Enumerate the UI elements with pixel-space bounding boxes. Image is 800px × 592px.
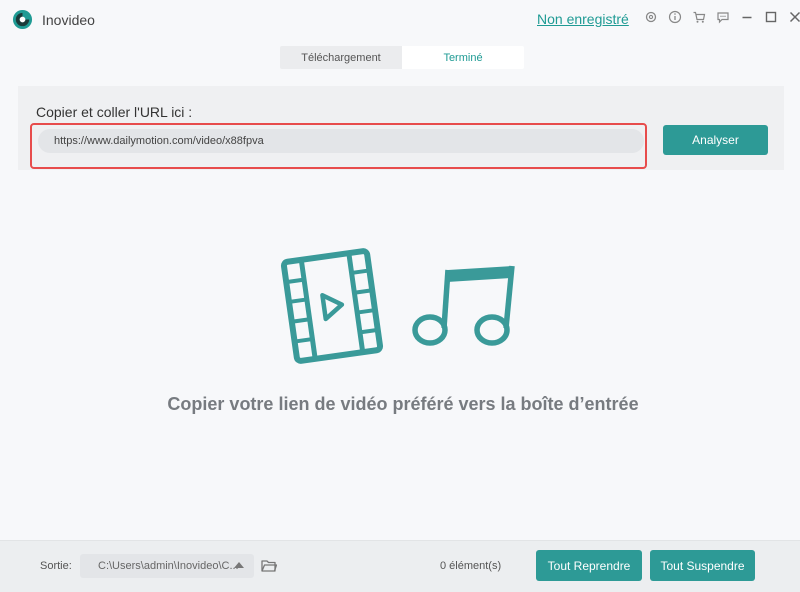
empty-state-illustration	[280, 248, 515, 364]
minimize-icon[interactable]	[738, 8, 756, 26]
url-input[interactable]	[38, 129, 644, 153]
music-note-icon	[412, 265, 515, 346]
output-path-text: C:\Users\admin\Inovideo\C...	[98, 560, 239, 572]
chat-icon[interactable]	[714, 8, 732, 26]
empty-state-hint: Copier votre lien de vidéo préféré vers …	[167, 394, 639, 414]
item-count: 0 élément(s)	[440, 560, 502, 572]
output-label: Sortie:	[40, 560, 72, 572]
url-label: Copier et coller l'URL ici :	[36, 104, 193, 120]
film-icon	[280, 248, 384, 364]
app-logo-icon	[12, 9, 33, 30]
folder-icon[interactable]	[261, 559, 277, 573]
info-icon[interactable]	[666, 8, 684, 26]
register-link[interactable]: Non enregistré	[537, 11, 629, 27]
output-path-field[interactable]: C:\Users\admin\Inovideo\C...	[80, 554, 254, 578]
close-icon[interactable]	[786, 8, 800, 26]
tab-downloading[interactable]: Téléchargement	[280, 46, 402, 69]
window-controls	[642, 8, 800, 26]
cart-icon[interactable]	[690, 8, 708, 26]
settings-icon[interactable]	[642, 8, 660, 26]
title-bar: Inovideo Non enregistré	[0, 0, 800, 38]
maximize-icon[interactable]	[762, 8, 780, 26]
pause-all-button[interactable]: Tout Suspendre	[650, 550, 755, 581]
caret-up-icon[interactable]	[234, 562, 244, 568]
app-title: Inovideo	[42, 12, 95, 28]
tab-bar: Téléchargement Terminé	[280, 46, 524, 69]
tab-finished[interactable]: Terminé	[402, 46, 524, 69]
resume-all-button[interactable]: Tout Reprendre	[536, 550, 642, 581]
analyze-button[interactable]: Analyser	[663, 125, 768, 155]
